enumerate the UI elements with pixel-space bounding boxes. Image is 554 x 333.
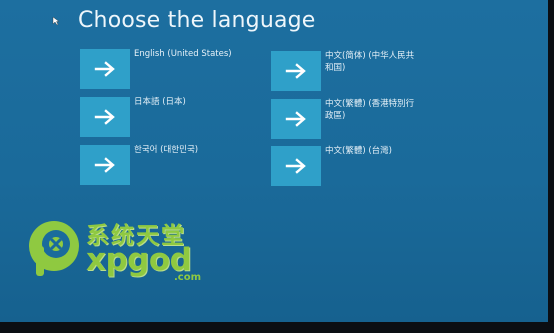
page-title: Choose the language: [78, 8, 316, 33]
language-option-japanese[interactable]: 日本語 (日本): [80, 97, 290, 139]
language-option-chinese-traditional-tw[interactable]: 中文(繁體) (台灣): [271, 146, 481, 188]
monitor-bezel-bottom: [0, 322, 554, 333]
watermark-logo-icon: [29, 221, 79, 276]
arrow-right-icon: [285, 111, 306, 127]
language-tile[interactable]: [271, 51, 321, 91]
language-option-english[interactable]: English (United States): [80, 49, 290, 91]
language-tile[interactable]: [271, 146, 321, 186]
monitor-bezel-right: [548, 0, 554, 333]
language-label[interactable]: 中文(繁體) (台灣): [325, 145, 425, 157]
watermark-domain-suffix: .com: [174, 272, 202, 283]
language-selection-screen: Choose the language English (United Stat…: [0, 0, 548, 322]
arrow-right-icon: [94, 109, 115, 125]
language-label[interactable]: 日本語 (日本): [134, 96, 254, 108]
language-label[interactable]: 한국어 (대한민국): [134, 144, 254, 156]
language-tile[interactable]: [80, 145, 130, 185]
arrow-right-icon: [285, 158, 306, 174]
language-option-korean[interactable]: 한국어 (대한민국): [80, 145, 290, 187]
language-option-chinese-simplified[interactable]: 中文(简体) (中华人民共和国): [271, 51, 481, 93]
language-tile[interactable]: [271, 99, 321, 139]
arrow-right-icon: [285, 63, 306, 79]
language-label[interactable]: English (United States): [134, 48, 254, 60]
language-label[interactable]: 中文(简体) (中华人民共和国): [325, 50, 415, 74]
mouse-cursor-icon: [52, 16, 60, 26]
language-label[interactable]: 中文(繁體) (香港特別行政區): [325, 98, 415, 122]
language-option-chinese-traditional-hk[interactable]: 中文(繁體) (香港特別行政區): [271, 99, 481, 141]
arrow-right-icon: [94, 61, 115, 77]
site-watermark: 系统天堂 xpgod .com: [26, 216, 226, 286]
language-tile[interactable]: [80, 97, 130, 137]
language-tile[interactable]: [80, 49, 130, 89]
arrow-right-icon: [94, 157, 115, 173]
